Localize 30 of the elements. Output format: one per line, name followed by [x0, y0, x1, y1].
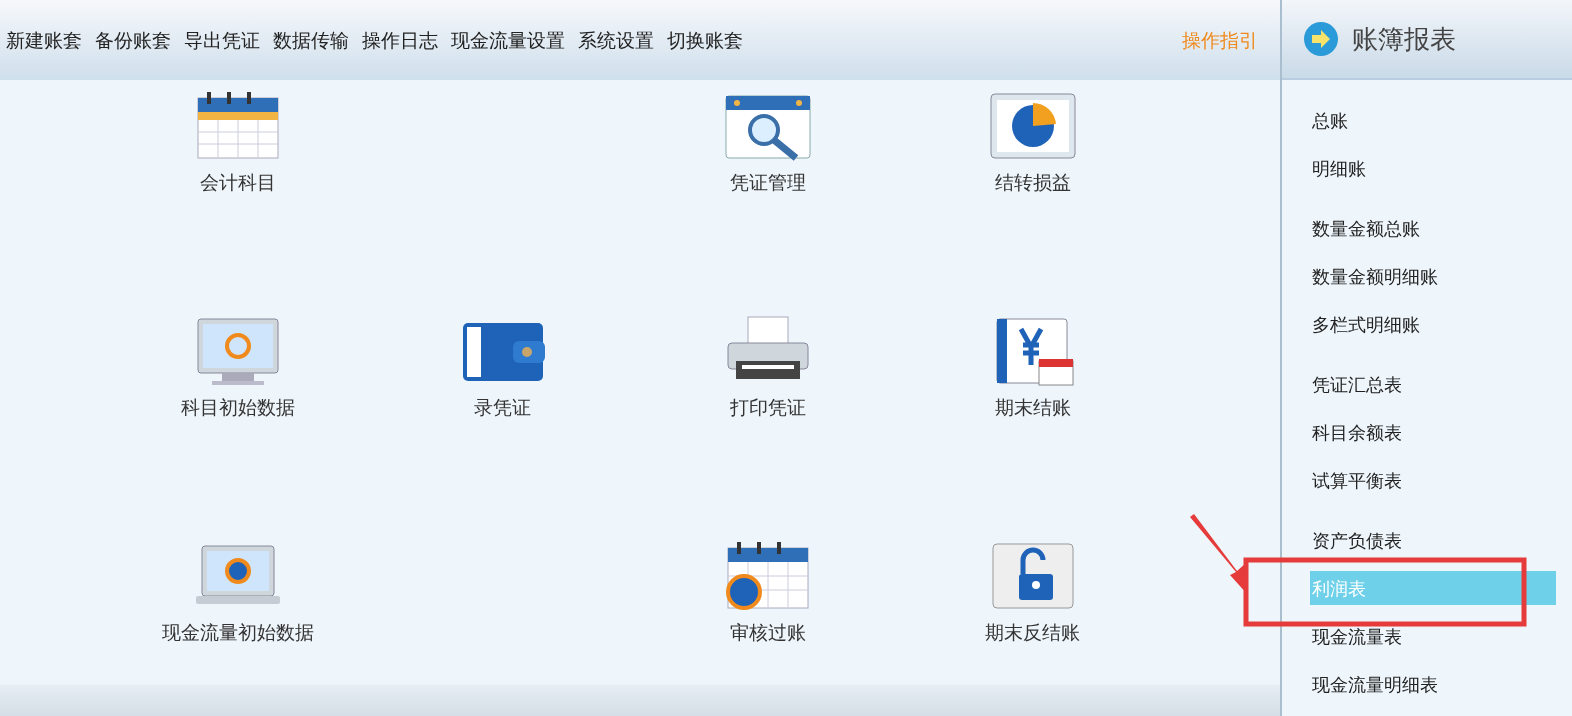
- report-item[interactable]: 明细账: [1310, 144, 1556, 192]
- report-item[interactable]: 数量金额总账: [1310, 204, 1556, 252]
- tile-label[interactable]: 结转损益: [994, 168, 1071, 197]
- toolbar-button[interactable]: 操作日志: [362, 25, 438, 55]
- tile-label[interactable]: 审核过账: [729, 618, 806, 647]
- tile-label[interactable]: 凭证管理: [729, 168, 806, 197]
- tile-label[interactable]: 科目初始数据: [180, 393, 295, 422]
- tile-label[interactable]: 期末反结账: [985, 618, 1080, 647]
- report-item[interactable]: 试算平衡表: [1310, 456, 1556, 504]
- tile-label[interactable]: 期末结账: [994, 393, 1071, 422]
- report-item[interactable]: 总账: [1310, 96, 1556, 144]
- tile-label[interactable]: 录凭证: [474, 393, 531, 422]
- toolbar-button[interactable]: 备份账套: [95, 25, 171, 55]
- tile-label[interactable]: 打印凭证: [729, 393, 806, 422]
- tile-label[interactable]: 会计科目: [199, 168, 276, 197]
- report-item[interactable]: 多栏式明细账: [1310, 300, 1556, 348]
- toolbar-button[interactable]: 新建账套: [6, 25, 82, 55]
- tile-label[interactable]: 现金流量初始数据: [161, 618, 314, 647]
- report-item[interactable]: 凭证汇总表: [1310, 360, 1556, 408]
- panel-title: 账簿报表: [1352, 22, 1456, 56]
- report-item[interactable]: 现金流量表: [1310, 612, 1556, 660]
- toolbar-button[interactable]: 切换账套: [667, 25, 743, 55]
- toolbar-button[interactable]: 系统设置: [578, 25, 654, 55]
- report-item[interactable]: 资产负债表: [1310, 516, 1556, 564]
- toolbar-button[interactable]: 数据传输: [273, 25, 349, 55]
- report-item[interactable]: 数量金额明细账: [1310, 252, 1556, 300]
- report-item[interactable]: 科目余额表: [1310, 408, 1556, 456]
- report-item[interactable]: 现金流量明细表: [1310, 660, 1556, 708]
- toolbar-button[interactable]: 导出凭证: [184, 25, 260, 55]
- toolbar-button[interactable]: 现金流量设置: [451, 25, 565, 55]
